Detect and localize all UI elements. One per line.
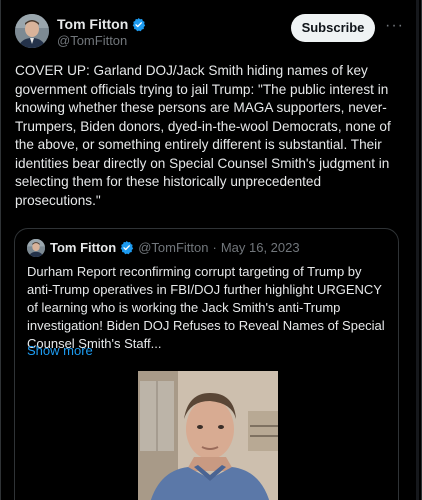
scrollbar[interactable]: [416, 0, 419, 500]
tweet-container: Tom Fitton @TomFitton Subscribe ··· COVE…: [0, 0, 422, 500]
author-name-row: Tom Fitton: [57, 16, 146, 32]
verified-badge-icon: [131, 17, 146, 32]
quoted-video-thumbnail[interactable]: [138, 371, 278, 500]
author-avatar[interactable]: [15, 14, 49, 48]
more-options-icon[interactable]: ···: [385, 18, 403, 36]
quoted-date: May 16, 2023: [220, 240, 300, 255]
author-handle[interactable]: @TomFitton: [57, 33, 127, 48]
quoted-verified-badge-icon: [119, 240, 134, 255]
quoted-tweet[interactable]: Tom Fitton @TomFitton · May 16, 2023 Dur…: [14, 228, 399, 500]
quoted-author-handle: @TomFitton: [138, 240, 209, 255]
quoted-separator: ·: [212, 240, 217, 255]
quoted-tweet-text: Durham Report reconfirming corrupt targe…: [27, 264, 385, 351]
subscribe-button[interactable]: Subscribe: [291, 14, 375, 42]
show-more-link[interactable]: Show more: [27, 343, 93, 358]
quoted-author-name: Tom Fitton: [50, 240, 117, 255]
quoted-header-row: Tom Fitton @TomFitton · May 16, 2023: [50, 240, 300, 255]
tweet-text: COVER UP: Garland DOJ/Jack Smith hiding …: [15, 63, 395, 208]
tweet-header: Tom Fitton @TomFitton Subscribe ···: [15, 12, 409, 52]
author-name[interactable]: Tom Fitton: [57, 16, 128, 32]
quoted-author-avatar: [27, 239, 45, 257]
